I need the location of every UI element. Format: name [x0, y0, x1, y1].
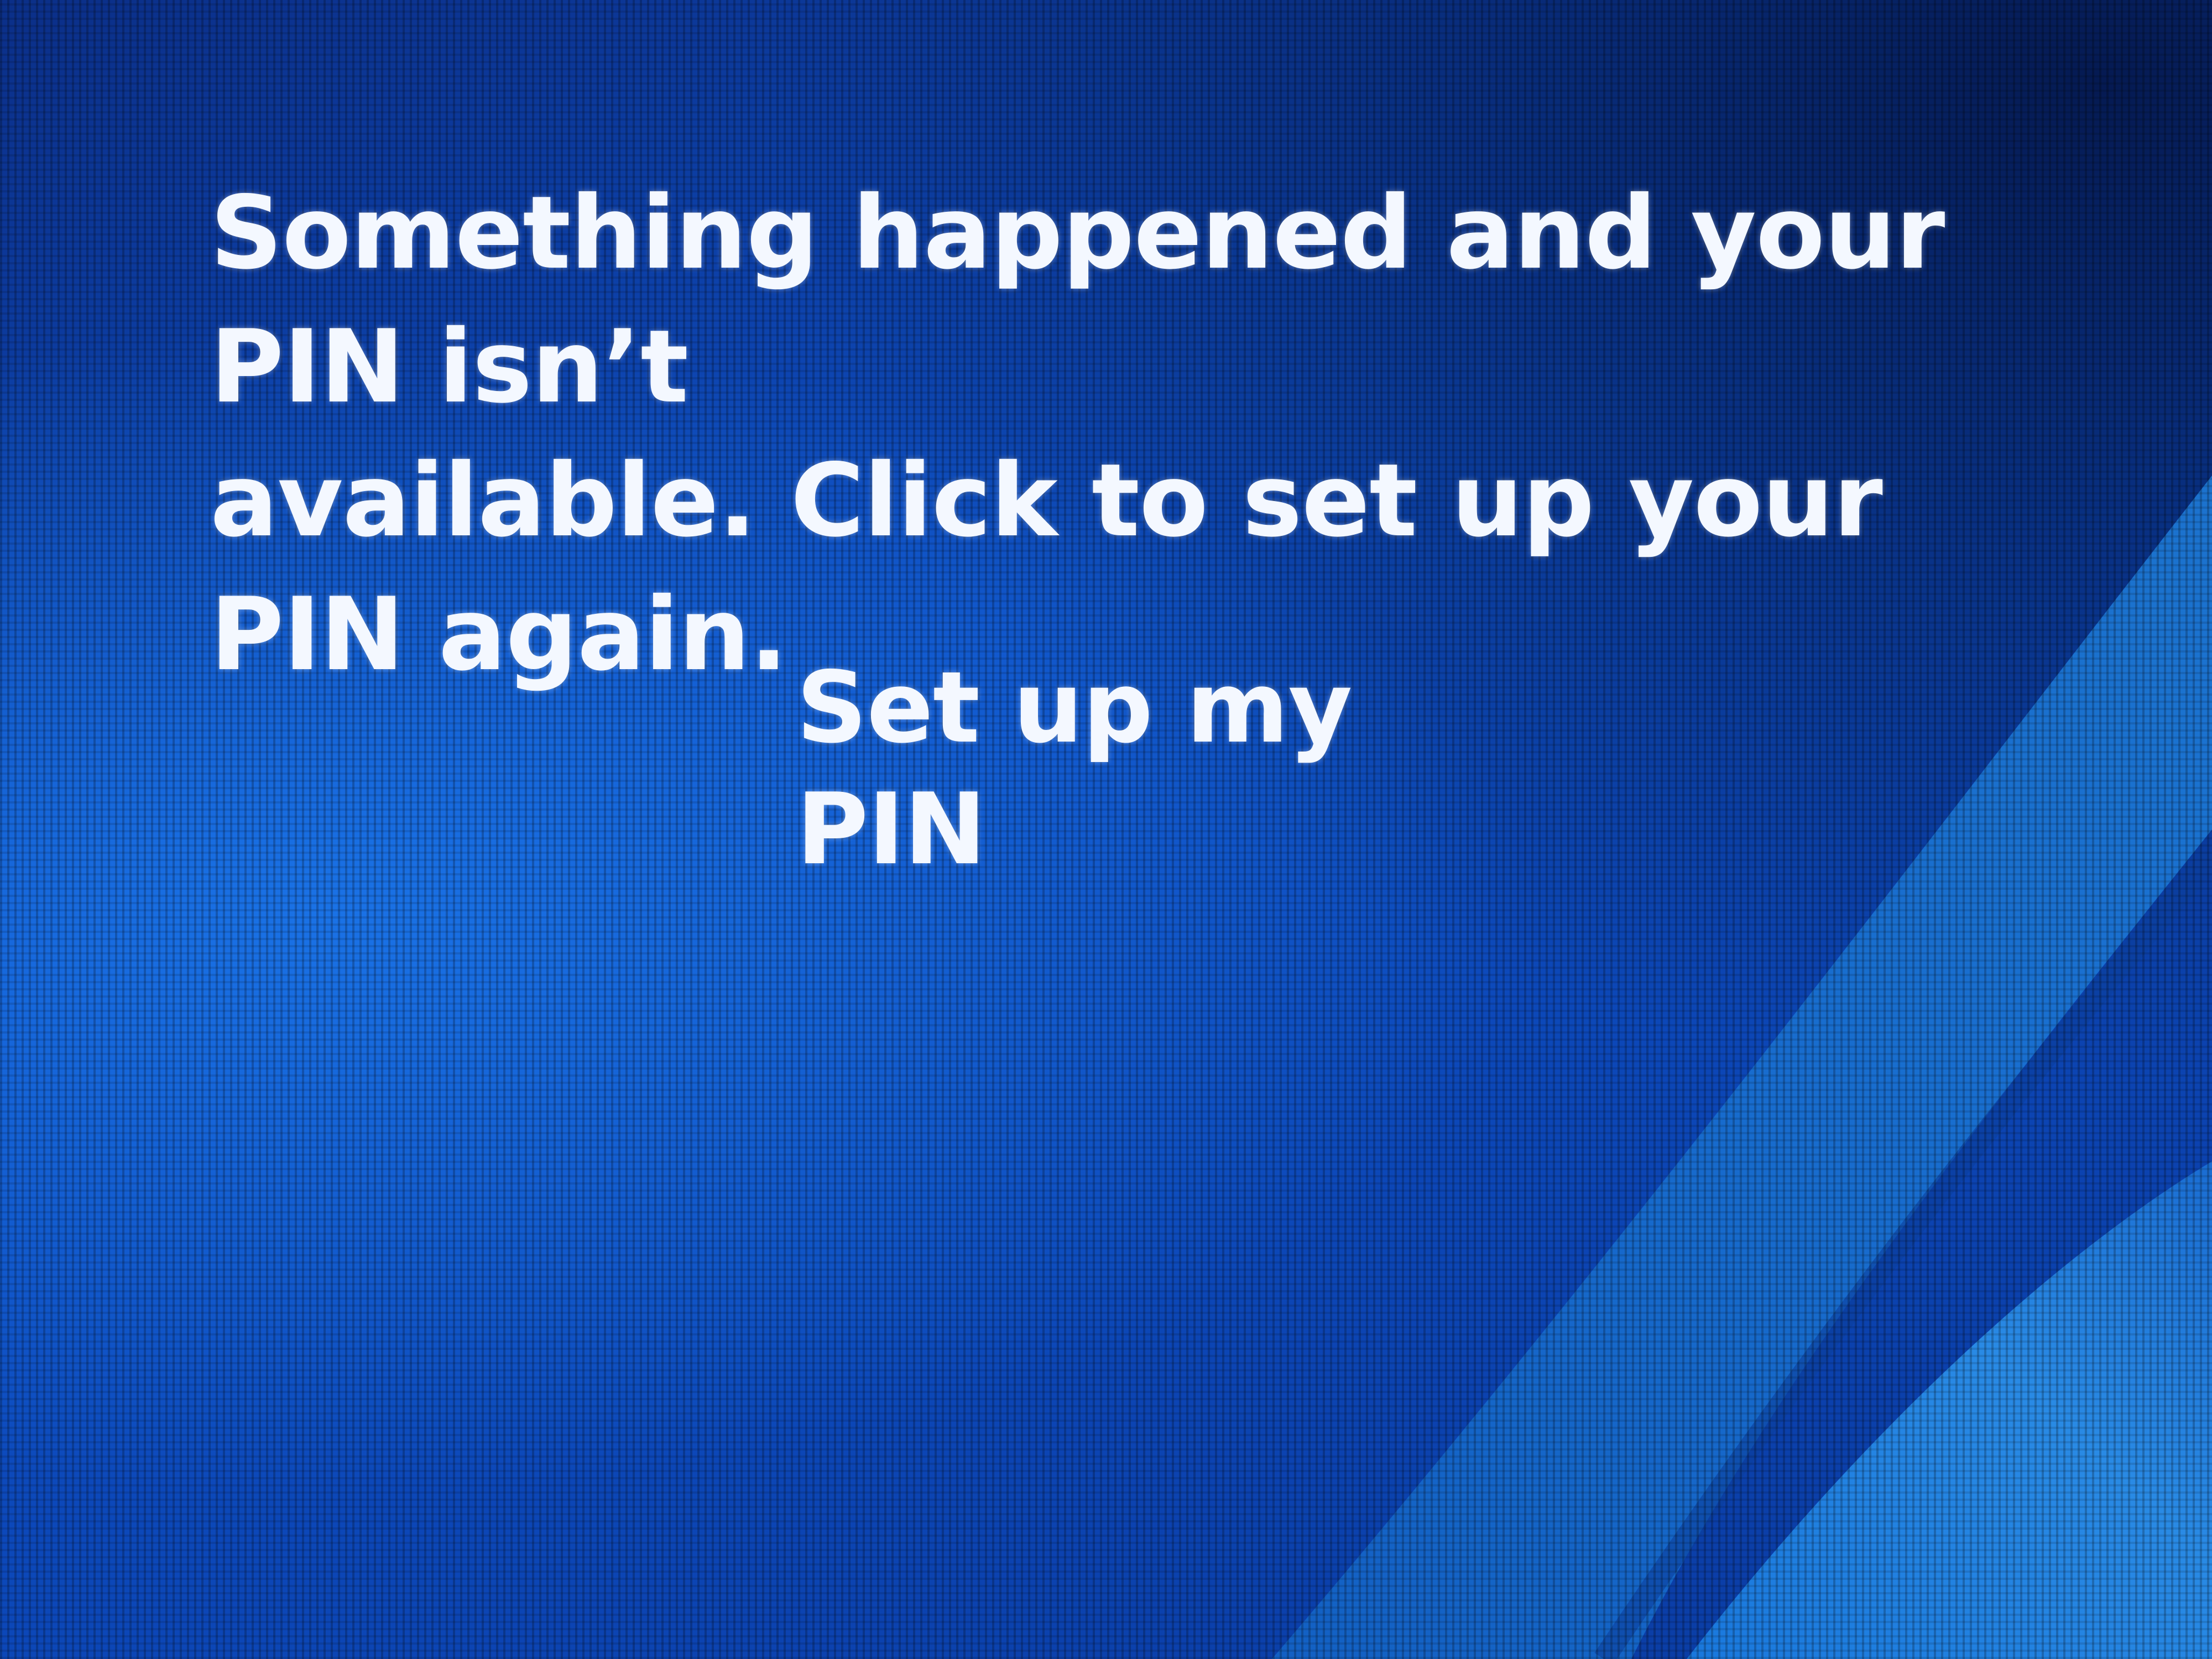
lock-screen: Something happened and your PIN isn’t av…	[0, 0, 2212, 1659]
pin-error-line-1: Something happened and your PIN isn’t	[210, 174, 1945, 425]
pin-error-message: Something happened and your PIN isn’t av…	[210, 166, 2090, 701]
setup-pin-link[interactable]: Set up my PIN	[796, 647, 1515, 890]
